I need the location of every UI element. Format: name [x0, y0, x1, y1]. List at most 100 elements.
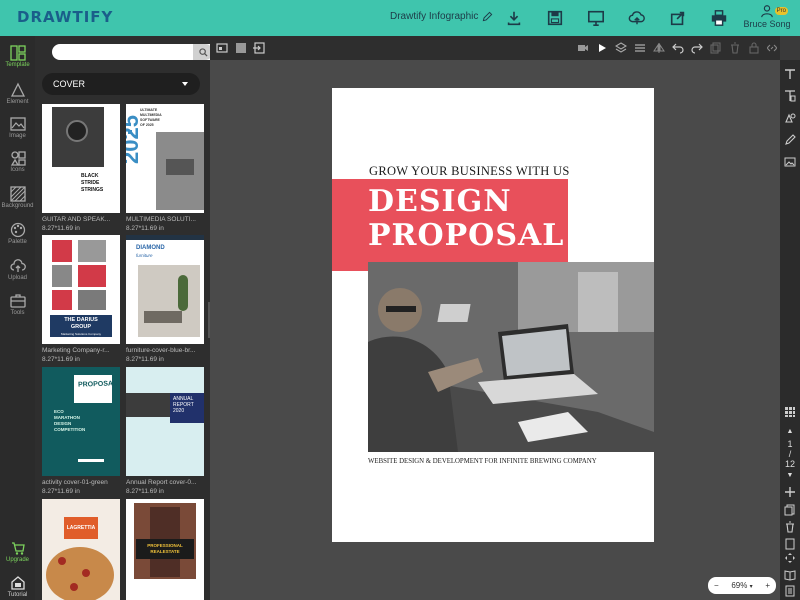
thumbnail-topping [82, 569, 90, 577]
rail-item-upgrade[interactable]: Upgrade [0, 537, 35, 571]
flip-icon[interactable] [653, 42, 665, 54]
menu-icon[interactable] [634, 42, 646, 54]
zoom-in-button[interactable]: + [765, 581, 770, 590]
rail-label: Image [9, 133, 26, 139]
template-thumbnail: THE DARIUS GROUP Marketing Solutions Comp… [42, 235, 120, 344]
page-down-button[interactable]: ▼ [780, 472, 800, 479]
zoom-value[interactable]: 69% ▾ [731, 581, 752, 590]
link-icon[interactable] [766, 42, 778, 54]
share-button[interactable] [666, 6, 690, 30]
page-up-button[interactable]: ▲ [780, 428, 800, 435]
rail-item-template[interactable]: Template [0, 42, 35, 76]
thumbnail-block [78, 240, 106, 262]
app-logo[interactable]: DRAWTIFY [17, 8, 113, 26]
template-card[interactable]: THE DARIUS GROUP Marketing Solutions Comp… [42, 235, 120, 363]
pen-icon[interactable] [784, 134, 796, 146]
play-icon[interactable] [596, 42, 608, 54]
present-icon [587, 10, 605, 27]
page-separator: / [788, 449, 792, 459]
thumbnail-text: THE DARIUS GROUP Marketing Solutions Comp… [50, 315, 112, 337]
notes-icon[interactable] [784, 585, 796, 597]
page-navigator: ▲ 1 / 12 ▼ [780, 428, 800, 479]
import-icon[interactable] [253, 42, 265, 54]
thumbnail-topping [70, 583, 78, 591]
zoom-out-button[interactable]: − [714, 581, 719, 590]
add-page-icon[interactable] [784, 486, 796, 498]
rail-item-element[interactable]: Element [0, 79, 35, 113]
screen-icon[interactable] [216, 42, 228, 54]
design-page[interactable]: GROW YOUR BUSINESS WITH US DESIGN PROPOS… [332, 88, 654, 542]
delete-page-icon[interactable] [784, 521, 796, 533]
rail-item-background[interactable]: Background [0, 183, 35, 217]
delete-icon[interactable] [729, 42, 741, 54]
rail-label: Background [1, 203, 34, 209]
rail-label: Palette [8, 239, 27, 245]
text-frame-icon[interactable] [784, 90, 796, 102]
cloud-button[interactable] [625, 6, 649, 30]
rail-item-upload[interactable]: Upload [0, 255, 35, 289]
right-rail [780, 60, 800, 600]
rail-label: Upload [7, 275, 27, 281]
print-button[interactable] [707, 6, 731, 30]
grid-icon[interactable] [784, 406, 796, 418]
thumbnail-text: DIAMOND [136, 245, 165, 251]
thumbnail-band [126, 235, 204, 240]
tutorial-icon [10, 576, 25, 590]
undo-icon[interactable] [672, 42, 684, 54]
category-select[interactable]: COVER [42, 73, 200, 95]
present-button[interactable] [584, 6, 608, 30]
user-menu[interactable]: Bruce Song Pro [742, 4, 792, 29]
thumbnail-block [52, 240, 72, 262]
layers-icon[interactable] [615, 42, 627, 54]
hero-photo[interactable] [368, 262, 654, 452]
lock-icon[interactable] [748, 42, 760, 54]
template-thumbnail: LAGRETTIA [42, 499, 120, 600]
picture-icon[interactable] [784, 156, 796, 168]
copy-icon[interactable] [710, 42, 722, 54]
rail-item-tutorial[interactable]: Tutorial [0, 572, 35, 600]
template-card[interactable]: ULTIMATE MULTIMEDIA SOFTWARE OF 2025 2025 M… [126, 104, 204, 232]
thumbnail-topping [58, 557, 66, 565]
thumbnail-box [74, 375, 112, 403]
template-card[interactable]: LAGRETTIA [42, 499, 120, 600]
page-heading[interactable]: GROW YOUR BUSINESS WITH US [369, 164, 570, 179]
document-title[interactable]: Drawtify Infographic [390, 11, 493, 22]
template-card[interactable]: DIAMOND furniture furniture-cover-blue-b… [126, 235, 204, 363]
template-size: 8.27*11.69 in [42, 356, 80, 363]
text-icon[interactable] [784, 68, 796, 80]
template-thumbnail: DIAMOND furniture [126, 235, 204, 344]
redo-icon[interactable] [691, 42, 703, 54]
cloud-upload-icon [628, 11, 645, 25]
search-input[interactable] [52, 44, 172, 60]
chevron-down-icon [182, 82, 188, 86]
fill-icon[interactable] [235, 42, 247, 54]
upload-icon [9, 259, 26, 272]
page-options-icon[interactable] [784, 538, 796, 550]
move-icon[interactable] [784, 552, 796, 564]
thumbnail-block [78, 265, 106, 287]
template-card[interactable]: PROFESSIONAL REALESTATE [126, 499, 204, 600]
duplicate-page-icon[interactable] [784, 504, 796, 516]
shapes-icon[interactable] [784, 112, 796, 124]
rail-item-tools[interactable]: Tools [0, 290, 35, 324]
template-size: 8.27*11.69 in [126, 356, 164, 363]
rail-item-palette[interactable]: Palette [0, 219, 35, 253]
thumbnail-block [52, 290, 72, 310]
template-card[interactable]: ANNUAL REPORT 2020 Annual Report cover-0..… [126, 367, 204, 495]
book-icon[interactable] [784, 569, 796, 581]
search-button[interactable] [193, 44, 210, 60]
page-subtitle[interactable]: WEBSITE DESIGN & DEVELOPMENT FOR INFINIT… [368, 458, 597, 465]
canvas-area[interactable]: GROW YOUR BUSINESS WITH US DESIGN PROPOS… [210, 60, 780, 600]
save-button[interactable] [543, 6, 567, 30]
page-title-line2[interactable]: PROPOSAL [368, 218, 564, 253]
template-card[interactable]: PROPOSAL ECO MARATHON DESIGN COMPETITION ac… [42, 367, 120, 495]
left-rail: Template Element Image Icons Background … [0, 36, 35, 600]
download-button[interactable] [502, 6, 526, 30]
template-card[interactable]: BLACK STRIDE STRINGS GUITAR AND SPEAK... 8… [42, 104, 120, 232]
rail-item-image[interactable]: Image [0, 113, 35, 147]
page-title-line1[interactable]: DESIGN [368, 184, 512, 219]
user-name: Bruce Song [743, 19, 791, 29]
download-icon [507, 11, 521, 26]
rail-item-icons[interactable]: Icons [0, 147, 35, 181]
video-icon[interactable] [577, 42, 589, 54]
